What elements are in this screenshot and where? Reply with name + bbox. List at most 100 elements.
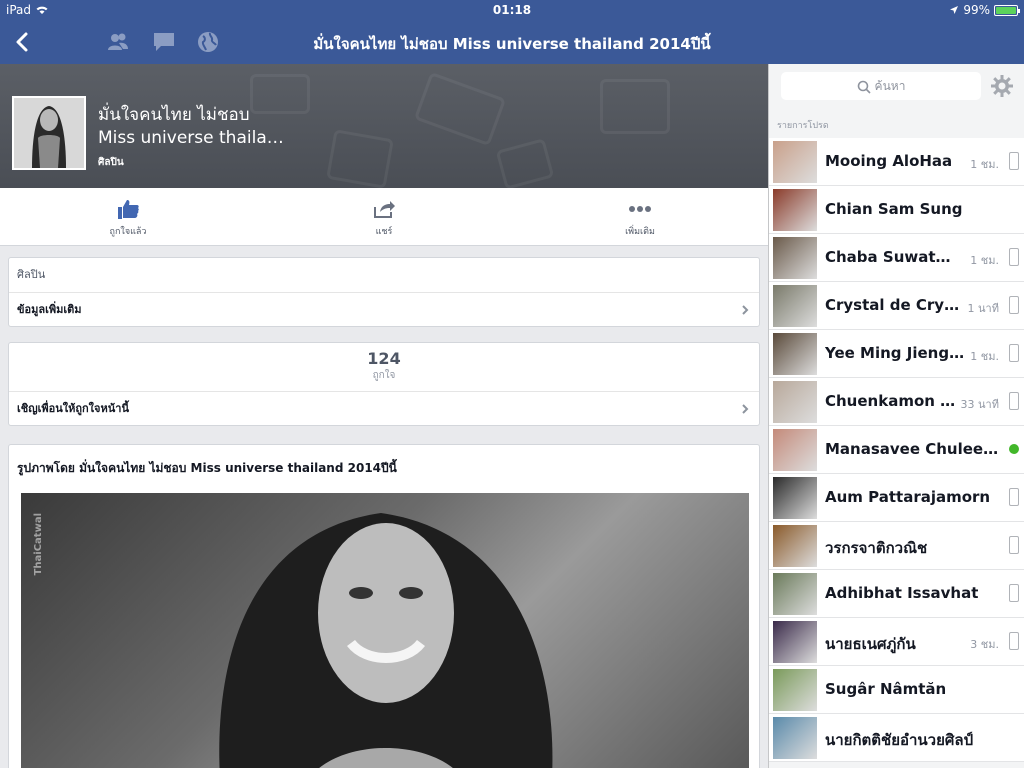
last-active-time: 33 นาที [960, 398, 999, 411]
avatar [773, 381, 817, 423]
friend-name: Mooing AloHaa [825, 152, 953, 170]
chevron-right-icon [742, 404, 749, 414]
chevron-right-icon [742, 305, 749, 315]
last-active-time: 3 ชม. [970, 638, 999, 651]
last-active-time: 1 นาที [967, 302, 999, 315]
page-name: มั่นใจคนไทย ไม่ชอบ Miss universe thaila… [98, 104, 338, 150]
page-main-column: มั่นใจคนไทย ไม่ชอบ Miss universe thaila…… [0, 64, 768, 768]
avatar [773, 285, 817, 327]
friend-name: นายกิตติชัยอำนวยศิลป์ [825, 731, 974, 749]
avatar [773, 621, 817, 663]
avatar [773, 141, 817, 183]
more-info-row[interactable]: ข้อมูลเพิ่มเติม [9, 292, 759, 326]
likes-label: ถูกใจ [372, 370, 396, 381]
mobile-phone-icon [1009, 152, 1019, 170]
notifications-globe-icon[interactable] [196, 30, 220, 54]
avatar [773, 669, 817, 711]
mobile-phone-icon [1009, 584, 1019, 602]
likes-count: 124 [367, 349, 401, 368]
online-dot-icon [1009, 444, 1019, 454]
battery-percent: 99% [963, 3, 990, 17]
chat-sidebar: ค้นหา รายการโปรด Mooing AloHaa 1 ชม. Chian… [768, 64, 1024, 768]
mobile-phone-icon [1009, 344, 1019, 362]
friend-name: วรกรจาติกวณิช [825, 539, 928, 557]
search-placeholder: ค้นหา [874, 79, 906, 93]
back-chevron-icon[interactable] [12, 30, 34, 54]
photo-post-card: รูปภาพโดย มั่นใจคนไทย ไม่ชอบ Miss univer… [8, 444, 760, 768]
friend-name: Manasavee Chuleew… [825, 440, 1001, 458]
page-action-bar: ถูกใจแล้ว แชร์ เพิ่มเติม [0, 188, 768, 246]
friend-row[interactable]: นายธเนศภู่กัน 3 ชม. [769, 618, 1024, 666]
cover-photo: มั่นใจคนไทย ไม่ชอบ Miss universe thaila…… [0, 64, 768, 188]
friend-row[interactable]: นายกิตติชัยอำนวยศิลป์ [769, 714, 1024, 762]
friend-name: Chaba Suwatma… [825, 248, 965, 266]
page-name-line1: มั่นใจคนไทย ไม่ชอบ [98, 105, 250, 125]
post-caption: รูปภาพโดย มั่นใจคนไทย ไม่ชอบ Miss univer… [17, 461, 397, 475]
friend-row[interactable]: Aum Pattarajamorn [769, 474, 1024, 522]
category-row: ศิลปิน [17, 268, 46, 281]
thumbs-up-icon [118, 200, 139, 219]
avatar [773, 429, 817, 471]
invite-friends-label: เชิญเพื่อนให้ถูกใจหน้านี้ [17, 402, 129, 415]
friend-row[interactable]: Chuenkamon C… 33 นาที [769, 378, 1024, 426]
more-button[interactable]: เพิ่มเติม [580, 198, 700, 238]
messages-icon[interactable] [152, 30, 176, 54]
share-button[interactable]: แชร์ [324, 198, 444, 238]
friend-row[interactable]: Crystal de Crystal 1 นาที [769, 282, 1024, 330]
mobile-phone-icon [1009, 296, 1019, 314]
avatar [773, 189, 817, 231]
friend-row[interactable]: Chian Sam Sung [769, 186, 1024, 234]
last-active-time: 1 ชม. [970, 158, 999, 171]
friend-row[interactable]: วรกรจาติกวณิช [769, 522, 1024, 570]
avatar [773, 717, 817, 759]
nav-bar: มั่นใจคนไทย ไม่ชอบ Miss universe thailan… [0, 20, 1024, 64]
post-photo[interactable]: ThaiCatwal [21, 493, 749, 768]
friend-row[interactable]: Chaba Suwatma… 1 ชม. [769, 234, 1024, 282]
mobile-phone-icon [1009, 536, 1019, 554]
friend-name: นายธเนศภู่กัน [825, 635, 916, 653]
friend-name: Chuenkamon C… [825, 392, 965, 410]
avatar [773, 237, 817, 279]
profile-picture[interactable] [12, 96, 86, 170]
liked-button[interactable]: ถูกใจแล้ว [68, 198, 188, 238]
favorites-section-label: รายการโปรด [777, 121, 829, 131]
friend-requests-icon[interactable] [106, 30, 130, 54]
friend-row[interactable]: Sugâr Nâmtăn [769, 666, 1024, 714]
friend-row[interactable]: Mooing AloHaa 1 ชม. [769, 138, 1024, 186]
avatar [773, 573, 817, 615]
friend-name: Sugâr Nâmtăn [825, 680, 947, 698]
friend-row[interactable]: Adhibhat Issavhat [769, 570, 1024, 618]
share-label: แชร์ [375, 227, 393, 237]
last-active-time: 1 ชม. [970, 350, 999, 363]
friend-name: Aum Pattarajamorn [825, 488, 991, 506]
more-label: เพิ่มเติม [625, 227, 655, 237]
share-icon [374, 201, 395, 218]
mobile-phone-icon [1009, 488, 1019, 506]
last-active-time: 1 ชม. [970, 254, 999, 267]
avatar [773, 477, 817, 519]
location-arrow-icon [950, 6, 959, 14]
friend-name: Yee Ming Jieng… [825, 344, 965, 362]
gear-icon[interactable] [990, 74, 1014, 98]
friend-name: Chian Sam Sung [825, 200, 963, 218]
friend-name: Crystal de Crystal [825, 296, 965, 314]
likes-card: 124 ถูกใจ เชิญเพื่อนให้ถูกใจหน้านี้ [8, 342, 760, 426]
invite-friends-row[interactable]: เชิญเพื่อนให้ถูกใจหน้านี้ [9, 391, 759, 425]
more-icon [629, 206, 651, 212]
page-name-line2: Miss universe thaila… [98, 128, 284, 148]
page-title: มั่นใจคนไทย ไม่ชอบ Miss universe thailan… [313, 35, 711, 53]
status-bar: iPad 01:18 99% [0, 0, 1024, 20]
mobile-phone-icon [1009, 248, 1019, 266]
page-category: ศิลปิน [98, 157, 124, 168]
more-info-label: ข้อมูลเพิ่มเติม [17, 303, 82, 316]
search-input[interactable]: ค้นหา [781, 72, 981, 100]
friend-name: Adhibhat Issavhat [825, 584, 979, 602]
battery-icon [994, 4, 1020, 16]
friend-row[interactable]: Yee Ming Jieng… 1 ชม. [769, 330, 1024, 378]
about-card: ศิลปิน ข้อมูลเพิ่มเติม [8, 257, 760, 327]
liked-label: ถูกใจแล้ว [109, 227, 147, 237]
friends-list: Mooing AloHaa 1 ชม. Chian Sam Sung Chaba Su… [769, 138, 1024, 762]
clock: 01:18 [492, 3, 532, 17]
avatar [773, 525, 817, 567]
friend-row[interactable]: Manasavee Chuleew… [769, 426, 1024, 474]
